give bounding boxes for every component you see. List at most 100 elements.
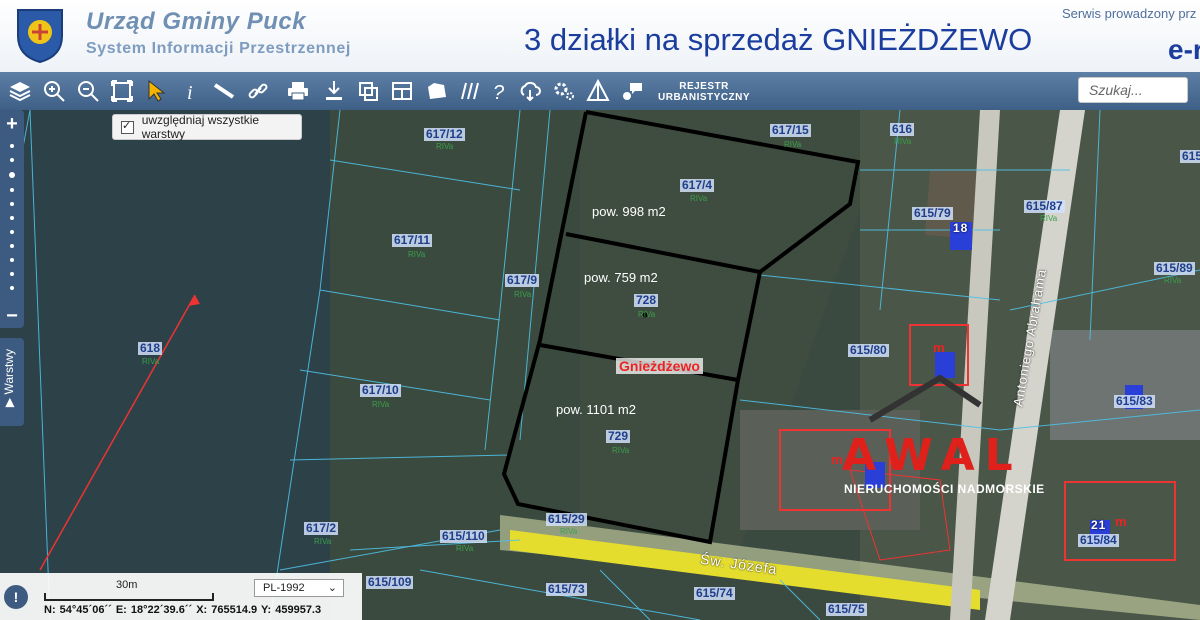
comment-icon[interactable] [618, 77, 646, 105]
area-label: pow. 1101 m2 [556, 402, 636, 417]
coordinates-readout: N: 54°45´06´´ E: 18°22´39.6´´ X: 765514.… [44, 604, 322, 616]
org-subtitle: System Informacji Przestrzennej [86, 40, 351, 57]
parcel-label[interactable]: 617/4 [680, 179, 715, 192]
alert-icon[interactable]: ! [4, 585, 28, 609]
warning-icon[interactable] [584, 77, 612, 105]
parcel-label[interactable]: 617/11 [392, 234, 433, 247]
parcel-label[interactable]: 615/84 [1078, 534, 1119, 547]
parcel-label[interactable]: 615/74 [694, 587, 735, 600]
hatch-icon[interactable] [456, 77, 484, 105]
zoom-level-dot[interactable] [10, 144, 14, 148]
parcel-label[interactable]: 615/73 [546, 583, 587, 596]
parcel-label[interactable]: 615/87 [1024, 200, 1065, 213]
land-use-label: RIVa [408, 250, 426, 259]
svg-text:?: ? [493, 82, 505, 103]
land-use-label: RIVa [784, 140, 802, 149]
cloud-download-icon[interactable] [516, 77, 544, 105]
zoom-level-dot[interactable] [10, 188, 14, 192]
crest-logo [17, 9, 63, 64]
parcel-label[interactable]: 615/75 [826, 603, 867, 616]
search-input[interactable] [1078, 77, 1188, 103]
watermark-subtitle: NIERUCHOMOŚCI NADMORSKIE [844, 482, 1045, 496]
zoom-level-dot[interactable] [10, 216, 14, 220]
awal-watermark: AWAL NIERUCHOMOŚCI NADMORSKIE [842, 430, 1082, 510]
zoom-bar: + − [0, 110, 24, 328]
land-use-label: RIVa [560, 527, 578, 536]
crs-select[interactable]: PL-1992 ⌄ [254, 579, 344, 597]
zoom-level-dot[interactable] [10, 258, 14, 262]
chevron-down-icon: ⌄ [327, 582, 337, 594]
layout-icon[interactable] [388, 77, 416, 105]
crs-value: PL-1992 [263, 582, 305, 594]
map-view[interactable]: uwzględniaj wszystkie warstwy + − ▶ Wars… [0, 110, 1200, 620]
parcel-label[interactable]: 617/15 [770, 124, 811, 137]
parcel-label[interactable]: 617/2 [304, 522, 339, 535]
parcel-label[interactable]: 615/89 [1154, 262, 1195, 275]
layers-panel-label: Warstwy [2, 348, 17, 395]
parcel-label[interactable]: 615/79 [912, 207, 953, 220]
parcel-label[interactable]: 618 [138, 342, 163, 355]
parcel-label[interactable]: 728 [634, 294, 659, 307]
marker-label: m [933, 340, 945, 355]
zoom-level-dot[interactable] [10, 158, 14, 162]
full-extent-icon[interactable] [108, 77, 136, 105]
area-icon[interactable] [422, 77, 450, 105]
measure-distance-icon[interactable] [210, 77, 238, 105]
zoom-out-button[interactable]: − [0, 306, 24, 326]
land-use-label: RIVa [456, 544, 474, 553]
zoom-level-dot[interactable] [10, 272, 14, 276]
zoom-level-current[interactable] [9, 172, 15, 178]
layers-icon[interactable] [6, 77, 34, 105]
parcel-label[interactable]: 615/83 [1114, 395, 1155, 408]
watermark-word: AWAL [842, 430, 1023, 481]
parcel-label[interactable]: 617/9 [505, 274, 540, 287]
zoom-in-button[interactable]: + [0, 114, 24, 134]
parcel-label[interactable]: 615/29 [546, 513, 587, 526]
print-icon[interactable] [284, 77, 312, 105]
parcel-label[interactable]: 615/80 [848, 344, 889, 357]
place-name-label: Gnieżdżewo [616, 358, 703, 374]
parcel-label[interactable]: 615/110 [440, 530, 487, 543]
parcel-label[interactable]: 615/7 [1180, 150, 1200, 163]
zoom-level-dot[interactable] [10, 244, 14, 248]
all-layers-checkbox[interactable]: uwzględniaj wszystkie warstwy [112, 113, 302, 141]
zoom-out-icon[interactable] [74, 77, 102, 105]
link-icon[interactable] [244, 77, 272, 105]
building-number: 18 [953, 221, 969, 235]
copy-icon[interactable] [354, 77, 382, 105]
eu-logo-text: e-r [1168, 34, 1200, 65]
layers-panel-tab[interactable]: ▶ Warstwy [0, 338, 24, 426]
info-icon[interactable]: i [176, 77, 204, 105]
rejestr-line1: REJESTR [679, 81, 729, 92]
parcel-label[interactable]: 729 [606, 430, 631, 443]
zoom-level-dot[interactable] [10, 202, 14, 206]
zoom-in-icon[interactable] [40, 77, 68, 105]
land-use-label: RIVa [1164, 276, 1182, 285]
settings-icon[interactable] [550, 77, 578, 105]
building-number: 21 [1091, 518, 1107, 532]
checkbox-icon[interactable] [121, 119, 134, 134]
land-use-label: RIVa [690, 194, 708, 203]
parcel-label[interactable]: 617/10 [360, 384, 401, 397]
parcel-label[interactable]: 616 [890, 123, 915, 136]
parcel-label[interactable]: 615/109 [366, 576, 414, 589]
select-arrow-icon[interactable] [142, 77, 170, 105]
rejestr-line2: URBANISTYCZNY [658, 92, 751, 103]
scale-label: 30m [116, 579, 138, 591]
land-use-label: RIVa [894, 137, 912, 146]
land-use-label: RIVa [142, 357, 160, 366]
download-icon[interactable] [320, 77, 348, 105]
zoom-level-dot[interactable] [10, 230, 14, 234]
land-use-label: RIVa [638, 310, 656, 319]
scale-bar [44, 593, 214, 601]
headline: 3 działki na sprzedaż GNIEŻDŻEWO [524, 22, 1033, 57]
all-layers-checkbox-label: uwzględniaj wszystkie warstwy [141, 113, 260, 141]
land-use-label: RIVa [372, 400, 390, 409]
zoom-level-dot[interactable] [10, 286, 14, 290]
parcel-label[interactable]: 617/12 [424, 128, 465, 141]
status-panel: ! 30m PL-1992 ⌄ N: 54°45´06´´ E: 18°22´39… [0, 573, 362, 620]
rejestr-urbanistyczny-button[interactable]: REJESTR URBANISTYCZNY [658, 81, 750, 103]
help-icon[interactable]: ? [486, 77, 514, 105]
header: Urząd Gminy Puck System Informacji Przes… [0, 0, 1200, 72]
land-use-label: RIVa [612, 446, 630, 455]
